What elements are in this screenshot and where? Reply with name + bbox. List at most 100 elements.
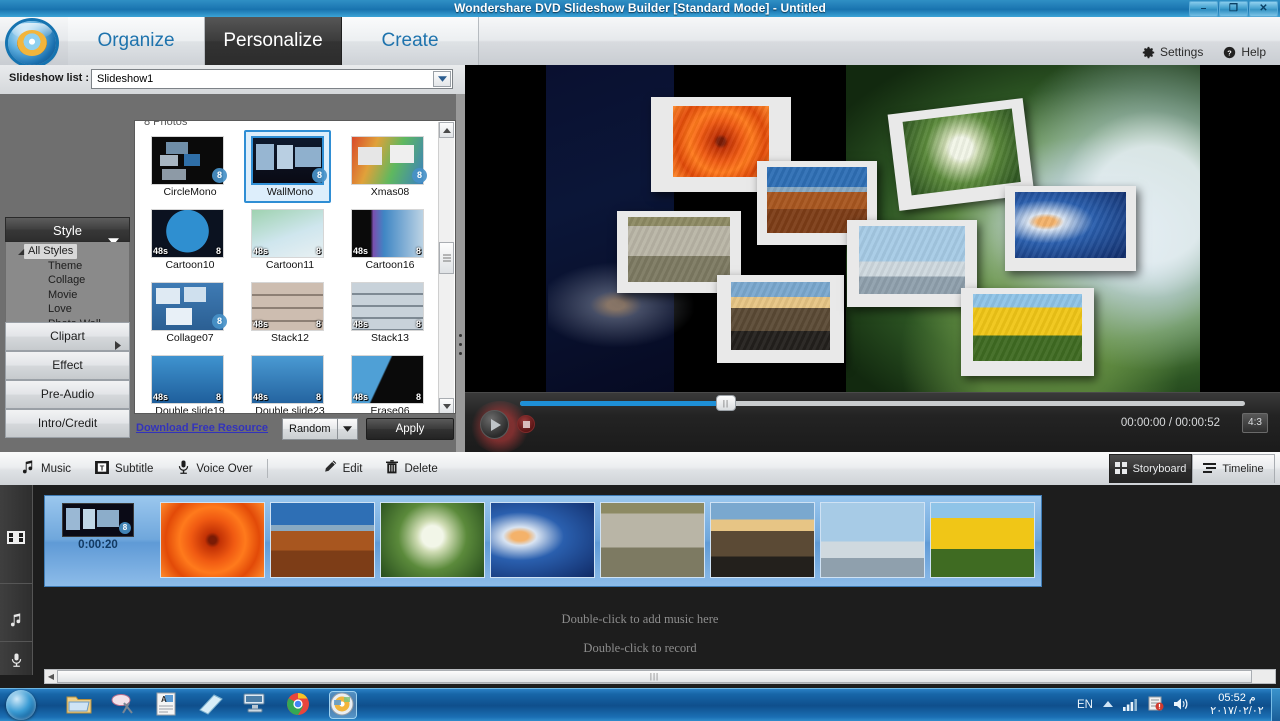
sidebar-button-pre-audio[interactable]: Pre-Audio <box>5 380 130 409</box>
show-desktop-button[interactable] <box>1271 689 1280 721</box>
explorer-icon[interactable] <box>66 692 92 718</box>
style-item-xmas08[interactable]: 8 Xmas08 <box>340 134 440 207</box>
help-button[interactable]: ? Help <box>1223 45 1266 59</box>
toolbar-button-voice-over[interactable]: Voice Over <box>177 460 253 477</box>
storyboard-clip-koala[interactable] <box>600 501 705 580</box>
slideshow-list-label: Slideshow list : <box>9 72 90 84</box>
storyboard-clip-jellyfish[interactable] <box>490 501 595 580</box>
style-grid-pane: 8 Photos 8 CircleMono 8 WallMono 8 Xmas0… <box>134 120 456 414</box>
tab-timeline[interactable]: Timeline <box>1192 454 1275 483</box>
tree-expander-icon[interactable]: ◢ <box>18 247 24 256</box>
play-button[interactable] <box>480 410 509 439</box>
storyboard-clip-flower[interactable] <box>160 501 265 580</box>
transition-random-select[interactable]: Random <box>282 418 358 440</box>
language-indicator[interactable]: EN <box>1077 699 1093 711</box>
toolbar-button-edit[interactable]: Edit <box>323 460 362 477</box>
scroll-up-button[interactable] <box>439 122 454 138</box>
style-item-collage07[interactable]: 8 Collage07 <box>140 280 240 353</box>
style-item-circlemono[interactable]: 8 CircleMono <box>140 134 240 207</box>
sidebar-button-effect[interactable]: Effect <box>5 351 130 380</box>
seek-bar[interactable]: || <box>520 395 1245 411</box>
preview-stage[interactable] <box>546 65 1200 397</box>
storyboard-clip-canyon[interactable] <box>270 501 375 580</box>
toolbar-button-music[interactable]: Music <box>22 460 71 477</box>
style-item-wallmono[interactable]: 8 WallMono <box>240 130 340 207</box>
record-hint[interactable]: Double-click to record <box>0 641 1280 656</box>
tab-storyboard[interactable]: Storyboard <box>1109 454 1192 483</box>
style-thumbnail: 48s 8 <box>351 355 424 404</box>
storyboard-clip-style[interactable]: 8 0:00:20 <box>50 501 155 580</box>
style-apply-bar: Download Free Resource Random Apply <box>134 414 456 444</box>
panel-splitter[interactable] <box>456 94 465 452</box>
settings-button[interactable]: Settings <box>1142 45 1203 59</box>
tree-item-movie[interactable]: Movie <box>6 288 129 303</box>
random-select-value: Random <box>289 423 331 435</box>
tab-organize[interactable]: Organize <box>68 17 205 65</box>
sidebar-button-clipart[interactable]: Clipart <box>5 322 130 351</box>
tree-item-collage[interactable]: Collage <box>6 273 129 288</box>
style-item-stack13[interactable]: 48s 8 Stack13 <box>340 280 440 353</box>
scrollbar-thumb[interactable] <box>439 242 454 274</box>
style-item-cartoon16[interactable]: 48s 8 Cartoon16 <box>340 207 440 280</box>
volume-icon[interactable] <box>1173 697 1189 714</box>
add-music-hint[interactable]: Double-click to add music here <box>0 612 1280 627</box>
style-item-erase06[interactable]: 48s 8 Erase06 <box>340 353 440 413</box>
tab-personalize[interactable]: Personalize <box>205 17 342 65</box>
tree-item-all-styles[interactable]: All Styles <box>6 244 129 259</box>
clip-duration: 0:00:20 <box>78 539 118 551</box>
tab-create[interactable]: Create <box>342 17 479 65</box>
storyboard-clip-lighthouse[interactable] <box>710 501 815 580</box>
notepad-icon[interactable] <box>198 692 224 718</box>
chevron-down-icon[interactable] <box>337 419 357 439</box>
tree-item-theme[interactable]: Theme <box>6 259 129 274</box>
style-item-double-slide19[interactable]: 48s 8 Double slide19 <box>140 353 240 413</box>
scroll-left-button[interactable]: ◀ <box>45 670 57 683</box>
maximize-button[interactable]: ❐ <box>1219 1 1248 17</box>
dvd-slideshow-builder-icon[interactable] <box>329 691 357 719</box>
hscrollbar-thumb[interactable]: ||| <box>57 670 1252 683</box>
style-item-stack12[interactable]: 48s 8 Stack12 <box>240 280 340 353</box>
window-title: Wondershare DVD Slideshow Builder [Stand… <box>454 1 826 15</box>
tree-item-love[interactable]: Love <box>6 302 129 317</box>
stop-button[interactable] <box>517 415 535 433</box>
photo-image <box>902 108 1021 196</box>
show-hidden-icons-button[interactable] <box>1102 698 1114 712</box>
seek-fill <box>520 401 725 406</box>
document-icon[interactable]: A <box>154 692 180 718</box>
apply-button[interactable]: Apply <box>366 418 454 440</box>
chrome-icon[interactable] <box>286 692 312 718</box>
close-button[interactable]: ✕ <box>1249 1 1278 17</box>
storyboard-strip[interactable]: 8 0:00:20 <box>44 495 1042 587</box>
chevron-down-icon[interactable] <box>433 71 451 87</box>
video-track-icon[interactable] <box>0 531 32 544</box>
player-controls: || 00:00:00 / 00:00:52 4:3 <box>465 392 1280 453</box>
style-item-cartoon10[interactable]: 48s 8 Cartoon10 <box>140 207 240 280</box>
storyboard-clip-penguins[interactable] <box>820 501 925 580</box>
storyboard-horizontal-scrollbar[interactable]: ◀ ||| <box>44 669 1276 684</box>
style-item-double-slide23[interactable]: 48s 8 Double slide23 <box>240 353 340 413</box>
download-free-resource-link[interactable]: Download Free Resource <box>136 422 268 434</box>
clip-thumbnail <box>490 502 595 578</box>
style-category-header[interactable]: Style <box>5 217 130 245</box>
sidebar-button-intro-credit[interactable]: Intro/Credit <box>5 409 130 438</box>
seek-handle[interactable]: || <box>716 395 736 411</box>
toolbar-button-delete[interactable]: Delete <box>386 460 438 477</box>
style-grid-scrollbar[interactable] <box>438 122 454 413</box>
storyboard-clip-hydrangea[interactable] <box>380 501 485 580</box>
paint-icon[interactable] <box>110 692 136 718</box>
style-thumbnail: 48s 8 <box>351 209 424 258</box>
network-icon[interactable] <box>1123 697 1139 714</box>
minimize-button[interactable]: – <box>1189 1 1218 17</box>
slideshow-select[interactable]: Slideshow1 <box>91 69 453 89</box>
microphone-icon <box>177 460 190 477</box>
keyboard-icon[interactable] <box>242 692 268 718</box>
start-button-icon[interactable] <box>6 690 36 720</box>
action-center-icon[interactable] <box>1148 696 1164 714</box>
taskbar-clock[interactable]: 05:52 م ٢٠١٧/٠٢/٠٢ <box>1198 692 1276 718</box>
scroll-down-button[interactable] <box>439 398 454 413</box>
style-item-cartoon11[interactable]: 48s 8 Cartoon11 <box>240 207 340 280</box>
storyboard-clip-tulips[interactable] <box>930 501 1035 580</box>
style-photo-badge: 8 <box>315 246 321 256</box>
aspect-ratio-button[interactable]: 4:3 <box>1242 413 1268 433</box>
toolbar-button-subtitle[interactable]: T Subtitle <box>95 460 153 477</box>
